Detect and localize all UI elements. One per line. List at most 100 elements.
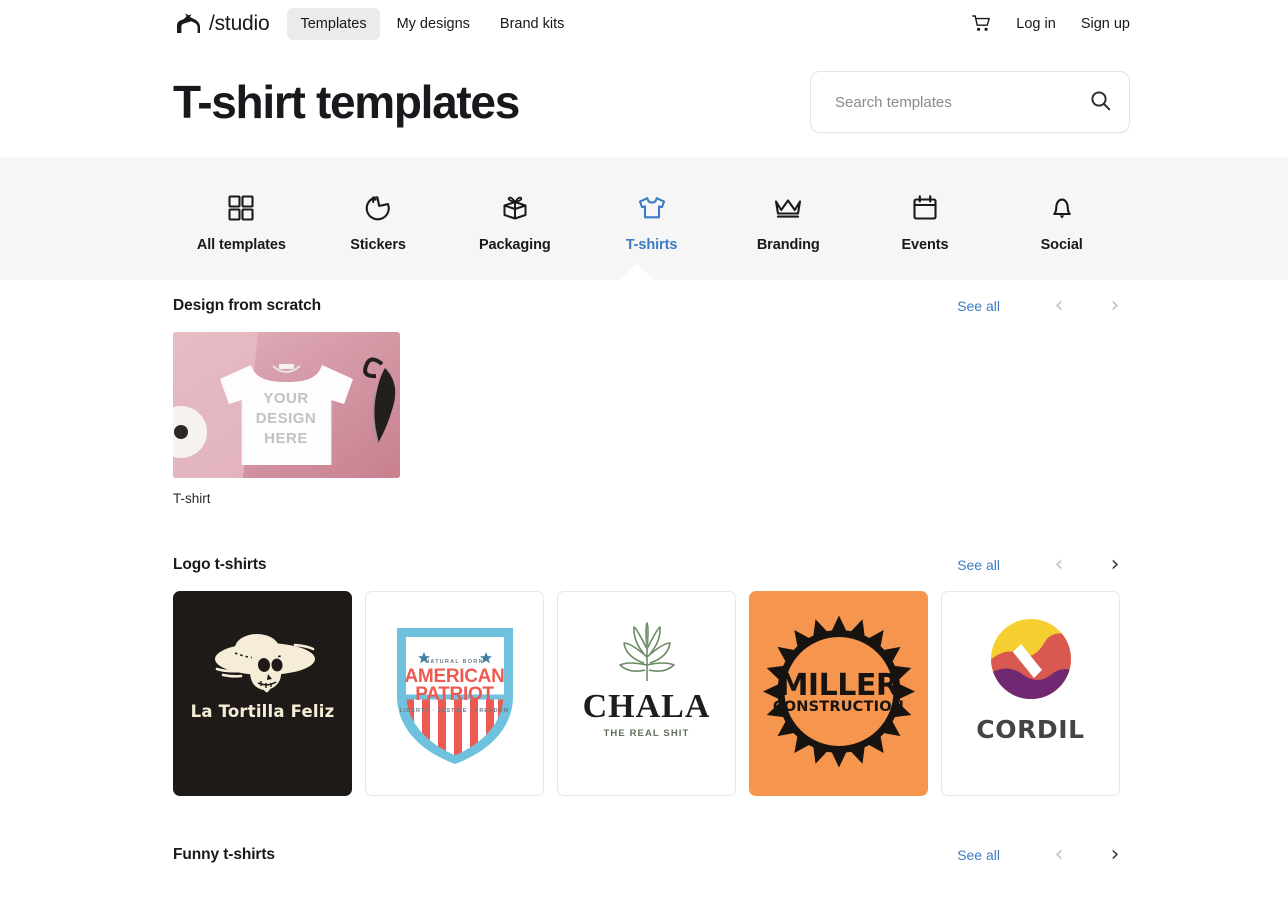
card-title-line1: AMERICAN <box>404 665 505 687</box>
login-link[interactable]: Log in <box>1016 16 1056 32</box>
primary-nav: Templates My designs Brand kits <box>287 7 577 40</box>
horse-icon <box>173 12 207 36</box>
section-title: Funny t-shirts <box>173 846 275 863</box>
signup-link[interactable]: Sign up <box>1081 16 1130 32</box>
app-logo[interactable]: /studio <box>173 11 270 36</box>
section-funny-tshirts: Funny t-shirts See all ‹ › <box>173 829 1130 881</box>
carousel-next-button[interactable]: › <box>1100 840 1130 870</box>
carousel-prev-button[interactable]: ‹ <box>1044 291 1074 321</box>
card-title: La Tortilla Feliz <box>190 701 335 721</box>
card-row: La Tortilla Feliz NATURAL BORN AMERICAN … <box>173 591 1130 796</box>
category-stickers[interactable]: Stickers <box>310 185 447 253</box>
content-area: Design from scratch See all ‹ › YOUR DES… <box>0 280 1288 881</box>
section-actions: See all ‹ › <box>957 550 1130 580</box>
category-packaging[interactable]: Packaging <box>446 185 583 253</box>
search-icon <box>1090 90 1111 114</box>
card-title-line2: PATRIOT <box>415 683 494 705</box>
carousel-next-button[interactable]: › <box>1100 291 1130 321</box>
section-actions: See all ‹ › <box>957 840 1130 870</box>
section-design-from-scratch: Design from scratch See all ‹ › YOUR DES… <box>173 280 1130 506</box>
bell-icon <box>1047 191 1077 225</box>
page-header-row: T-shirt templates <box>0 47 1288 157</box>
category-all-templates[interactable]: All templates <box>173 185 310 253</box>
section-header: Logo t-shirts See all ‹ › <box>173 539 1130 591</box>
card-eyebrow: NATURAL BORN <box>425 658 484 665</box>
template-card-american-patriot[interactable]: NATURAL BORN AMERICAN PATRIOT LIBERTY · … <box>365 591 544 796</box>
cannabis-leaf-icon <box>604 621 690 688</box>
see-all-link[interactable]: See all <box>957 847 1000 863</box>
search-box[interactable] <box>810 71 1130 133</box>
section-header: Funny t-shirts See all ‹ › <box>173 829 1130 881</box>
svg-text:DESIGN: DESIGN <box>256 410 317 427</box>
nav-brand-kits[interactable]: Brand kits <box>487 8 577 40</box>
category-label: Packaging <box>478 236 551 253</box>
skull-sombrero-icon <box>203 625 323 702</box>
card-artwork: La Tortilla Feliz <box>174 592 351 795</box>
section-logo-tshirts: Logo t-shirts See all ‹ › La Tortilla Fe… <box>173 539 1130 796</box>
card-artwork: NATURAL BORN AMERICAN PATRIOT LIBERTY · … <box>366 592 543 795</box>
template-card-miller-construction[interactable]: MILLER CONSTRUCTION <box>749 591 928 796</box>
search-input[interactable] <box>833 92 1090 112</box>
template-card-cordil[interactable]: CORDIL <box>941 591 1120 796</box>
category-label: Events <box>901 236 949 253</box>
template-card-chala[interactable]: CHALA THE REAL SHIT <box>557 591 736 796</box>
category-events[interactable]: Events <box>857 185 994 253</box>
template-card-caption: T-shirt <box>173 491 211 506</box>
logo-text: /studio <box>209 11 270 35</box>
category-tshirts[interactable]: T-shirts <box>583 185 720 253</box>
category-branding[interactable]: Branding <box>720 185 857 253</box>
chevron-right-icon: › <box>1110 842 1120 867</box>
chevron-right-icon: › <box>1110 293 1120 318</box>
card-artwork: MILLER CONSTRUCTION <box>750 592 927 795</box>
card-subtitle: LIBERTY · JUSTICE · FREEDOM <box>399 707 510 714</box>
top-header: /studio Templates My designs Brand kits … <box>0 0 1288 47</box>
calendar-icon <box>910 191 940 225</box>
mountain-sun-logo-icon <box>990 618 1072 705</box>
see-all-link[interactable]: See all <box>957 557 1000 573</box>
header-right-actions: Log in Sign up <box>972 15 1130 32</box>
grid-icon <box>226 191 256 225</box>
category-label: Stickers <box>350 236 406 253</box>
category-list: All templates Stickers Packaging T-shirt… <box>173 185 1130 253</box>
category-label: Branding <box>756 236 820 253</box>
chevron-left-icon: ‹ <box>1054 842 1064 867</box>
chevron-left-icon: ‹ <box>1054 552 1064 577</box>
category-social[interactable]: Social <box>993 185 1130 253</box>
category-label: Social <box>1040 236 1083 253</box>
svg-text:YOUR: YOUR <box>263 390 308 407</box>
active-category-pointer <box>619 264 655 281</box>
carousel-prev-button[interactable]: ‹ <box>1044 550 1074 580</box>
card-subtitle: THE REAL SHIT <box>603 727 690 739</box>
tshirt-icon <box>636 191 668 225</box>
section-title: Logo t-shirts <box>173 556 267 573</box>
template-card-tshirt-mockup[interactable]: YOUR DESIGN HERE T-shirt <box>173 332 400 506</box>
card-artwork: CHALA THE REAL SHIT <box>558 592 735 795</box>
section-title: Design from scratch <box>173 297 321 314</box>
sticker-icon <box>363 191 393 225</box>
see-all-link[interactable]: See all <box>957 298 1000 314</box>
section-actions: See all ‹ › <box>957 291 1130 321</box>
gift-box-icon <box>500 191 530 225</box>
template-thumbnail: YOUR DESIGN HERE <box>173 332 400 478</box>
chevron-right-icon: › <box>1110 552 1120 577</box>
search-button[interactable] <box>1090 90 1111 114</box>
crown-icon <box>772 191 804 225</box>
card-title: CHALA <box>582 687 711 725</box>
template-card-la-tortilla-feliz[interactable]: La Tortilla Feliz <box>173 591 352 796</box>
chevron-left-icon: ‹ <box>1054 293 1064 318</box>
page-title: T-shirt templates <box>173 76 520 128</box>
card-title: MILLER <box>778 667 899 703</box>
section-header: Design from scratch See all ‹ › <box>173 280 1130 332</box>
card-artwork: CORDIL <box>942 592 1119 795</box>
carousel-next-button[interactable]: › <box>1100 550 1130 580</box>
shopping-cart-icon[interactable] <box>972 15 991 32</box>
category-label: T-shirts <box>625 236 678 253</box>
card-row: YOUR DESIGN HERE T-shirt <box>173 332 1130 506</box>
svg-text:HERE: HERE <box>264 430 308 447</box>
nav-my-designs[interactable]: My designs <box>384 8 483 40</box>
nav-templates[interactable]: Templates <box>287 7 380 40</box>
card-subtitle: CONSTRUCTION <box>772 699 905 716</box>
category-bar: All templates Stickers Packaging T-shirt… <box>0 157 1288 281</box>
category-label: All templates <box>196 236 286 253</box>
carousel-prev-button[interactable]: ‹ <box>1044 840 1074 870</box>
